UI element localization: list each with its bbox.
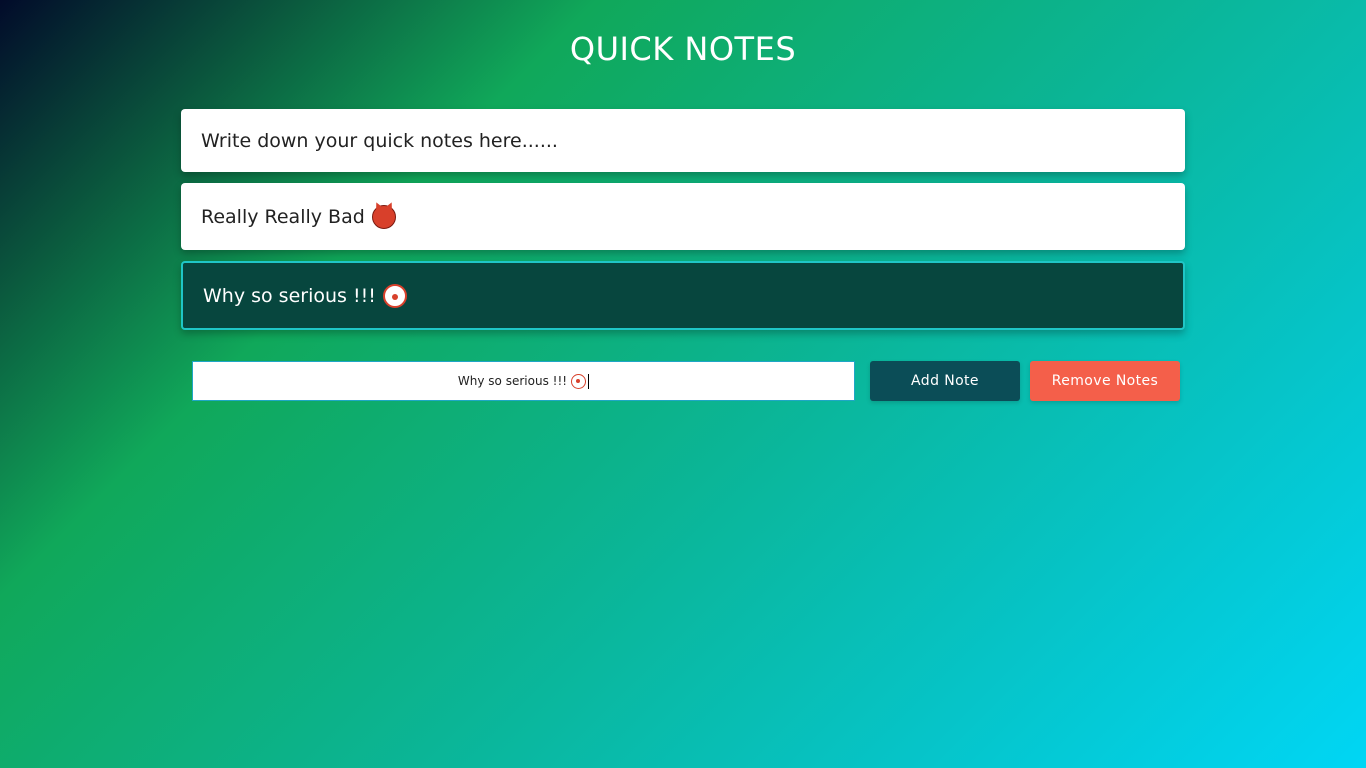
clown-face-icon <box>571 373 587 389</box>
page-title: QUICK NOTES <box>569 30 797 68</box>
note-text: Really Really Bad <box>201 205 365 228</box>
note-input[interactable]: Why so serious !!! <box>192 361 855 401</box>
note-text: Why so serious !!! <box>203 284 376 307</box>
remove-notes-button[interactable]: Remove Notes <box>1030 361 1180 401</box>
text-caret <box>588 373 590 389</box>
note-item[interactable]: Write down your quick notes here...... <box>181 109 1185 172</box>
note-text: Write down your quick notes here...... <box>201 129 558 152</box>
clown-face-icon <box>382 283 407 308</box>
notes-list: Write down your quick notes here...... R… <box>181 109 1185 330</box>
note-input-value: Why so serious !!! <box>457 374 568 388</box>
smiling-devil-icon <box>371 204 396 229</box>
note-item[interactable]: Really Really Bad <box>181 183 1185 250</box>
note-item-selected[interactable]: Why so serious !!! <box>181 261 1185 330</box>
add-note-button[interactable]: Add Note <box>870 361 1020 401</box>
